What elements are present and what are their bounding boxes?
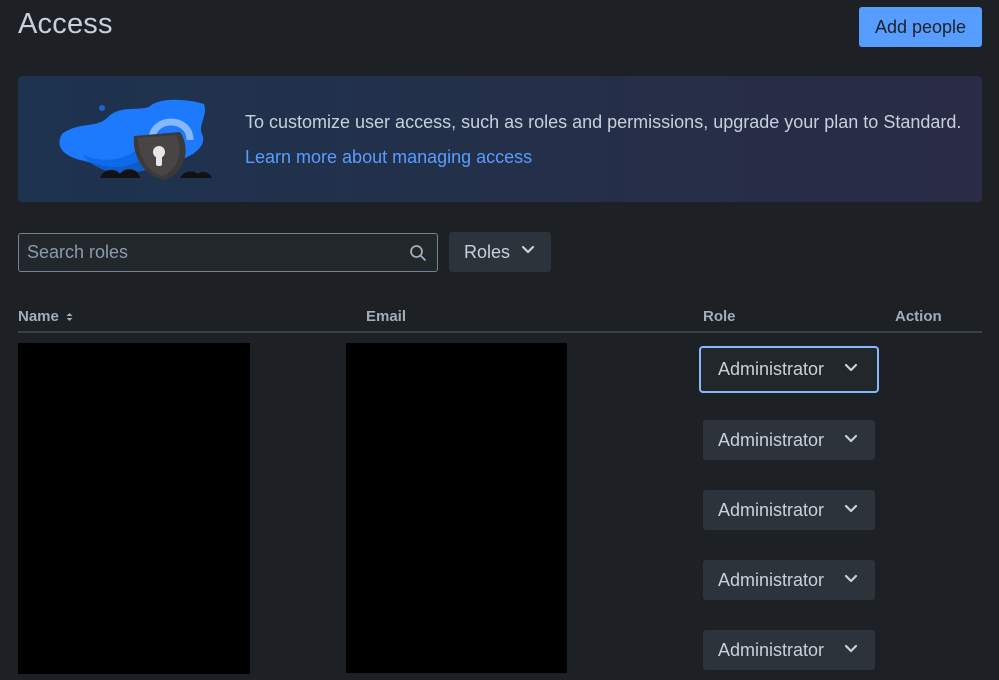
page-title: Access	[18, 8, 113, 40]
search-roles-field[interactable]	[18, 233, 438, 272]
search-roles-input[interactable]	[19, 234, 407, 271]
upgrade-banner: To customize user access, such as roles …	[18, 76, 982, 202]
roles-filter-label: Roles	[464, 241, 511, 262]
role-dropdown[interactable]: Administrator	[703, 630, 875, 670]
sort-icon[interactable]	[66, 312, 73, 322]
chevron-down-icon	[844, 574, 858, 583]
redacted-email-column	[346, 343, 567, 673]
role-dropdown-label: Administrator	[718, 499, 825, 520]
chevron-down-icon	[844, 434, 858, 443]
lock-cloud-illustration	[59, 99, 212, 180]
add-people-button[interactable]: Add people	[859, 7, 982, 47]
chevron-down-icon	[844, 644, 858, 653]
table-header-divider	[18, 331, 982, 333]
role-dropdown-label: Administrator	[718, 429, 825, 450]
search-icon[interactable]	[409, 244, 427, 262]
role-dropdown[interactable]: Administrator	[703, 560, 875, 600]
column-header-role: Role	[703, 308, 736, 325]
column-header-name-label: Name	[18, 308, 59, 325]
chevron-down-icon	[844, 363, 858, 372]
chevron-down-icon	[521, 245, 535, 254]
role-dropdown-label: Administrator	[718, 359, 825, 379]
column-header-action: Action	[895, 308, 942, 325]
roles-filter-button[interactable]: Roles	[449, 232, 551, 272]
column-header-name[interactable]: Name	[18, 308, 73, 325]
redacted-name-column	[18, 343, 250, 674]
column-header-email: Email	[366, 308, 407, 325]
chevron-down-icon	[844, 504, 858, 513]
role-dropdown-label: Administrator	[718, 569, 825, 590]
role-dropdown[interactable]: Administrator	[703, 420, 875, 460]
role-dropdown-label: Administrator	[718, 639, 825, 660]
banner-message: To customize user access, such as roles …	[245, 112, 962, 132]
role-dropdown[interactable]: Administrator	[699, 346, 879, 393]
learn-more-link[interactable]: Learn more about managing access	[245, 147, 532, 168]
role-dropdown[interactable]: Administrator	[703, 490, 875, 530]
